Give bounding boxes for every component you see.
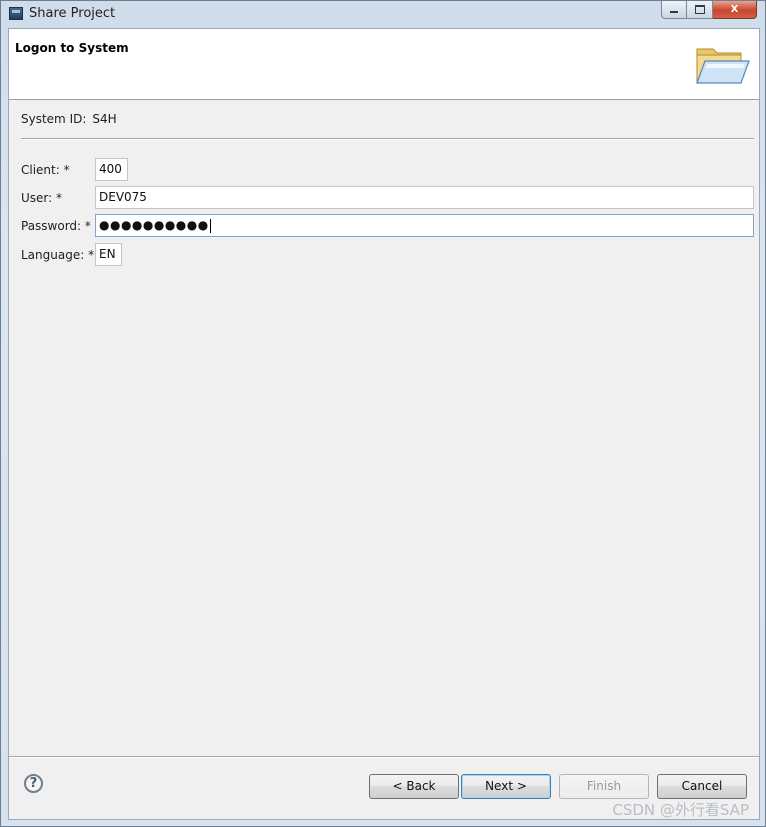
- separator: [21, 138, 754, 140]
- close-icon: X: [730, 4, 739, 15]
- next-button[interactable]: Next >: [461, 774, 551, 799]
- close-button[interactable]: X: [713, 1, 757, 19]
- dialog-client-area: Logon to System System ID: S4H Client: * …: [8, 28, 760, 820]
- language-field[interactable]: EN: [95, 243, 122, 266]
- back-button[interactable]: < Back: [369, 774, 459, 799]
- finish-button[interactable]: Finish: [559, 774, 649, 799]
- open-folder-icon: [696, 48, 750, 84]
- minimize-button[interactable]: [661, 1, 687, 19]
- share-project-window: Share Project X Logon to System System I…: [0, 0, 766, 827]
- window-controls: X: [661, 1, 757, 20]
- app-icon: [9, 7, 23, 20]
- client-field[interactable]: 400: [95, 158, 128, 181]
- user-field[interactable]: DEV075: [95, 186, 754, 209]
- help-icon: ?: [29, 776, 38, 791]
- text-caret: [209, 218, 211, 233]
- password-masked-value: ●●●●●●●●●●: [99, 218, 209, 232]
- window-title: Share Project: [29, 6, 116, 21]
- title-bar[interactable]: Share Project X: [1, 1, 765, 28]
- language-label: Language: *: [21, 248, 95, 262]
- page-title: Logon to System: [15, 41, 129, 55]
- wizard-banner: Logon to System: [9, 29, 759, 100]
- maximize-button[interactable]: [687, 1, 713, 19]
- minimize-icon: [670, 11, 678, 13]
- system-id-value: S4H: [92, 112, 117, 126]
- system-id-row: System ID: S4H: [21, 112, 117, 126]
- footer-separator: [9, 756, 759, 758]
- watermark: CSDN @外行看SAP: [612, 801, 749, 819]
- password-label: Password: *: [21, 219, 91, 233]
- password-field[interactable]: ●●●●●●●●●●: [95, 214, 754, 237]
- client-label: Client: *: [21, 163, 70, 177]
- maximize-icon: [694, 5, 705, 14]
- cancel-button[interactable]: Cancel: [657, 774, 747, 799]
- system-id-label: System ID:: [21, 112, 87, 126]
- user-label: User: *: [21, 191, 62, 205]
- help-button[interactable]: ?: [24, 774, 43, 793]
